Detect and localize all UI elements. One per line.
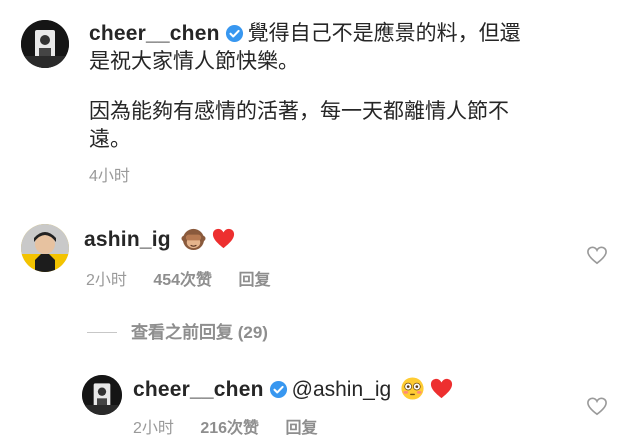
view-previous-replies-button[interactable]: 查看之前回复 (29) [87,318,268,343]
instagram-comments-view: cheer__chen 覺得自己不是應景的料，但還 是祝大家情人節快樂。 因為能… [0,0,640,435]
verified-badge-icon [269,380,287,399]
reply-meta-row: 2小时 216次赞 回复 [133,414,318,435]
reply-author-username[interactable]: cheer__chen [133,378,264,401]
avatar-image [21,224,69,272]
reply-reply-button[interactable]: 回复 [286,420,318,435]
comment-author-avatar[interactable] [21,224,69,272]
verified-badge-icon [225,24,243,43]
reply-like-count[interactable]: 216次赞 [200,420,259,435]
red-heart-icon [431,378,453,399]
reply-author-avatar[interactable] [82,375,122,415]
red-heart-icon [212,228,234,249]
view-replies-label: 查看之前回复 (29) [131,323,268,342]
avatar-image [82,375,122,415]
caption-line-3: 因為能夠有感情的活著，每一天都離情人節不 [89,100,509,123]
caption-first-line: cheer__chen 覺得自己不是應景的料，但還 [89,17,521,47]
replies-divider [87,332,117,333]
comment-first-line: ashin_ig [84,226,236,252]
comment-timestamp: 2小时 [86,272,127,289]
reply-timestamp: 2小时 [133,420,174,435]
avatar-image [21,20,69,68]
reply-mention-link[interactable]: @ashin_ig [292,378,392,401]
post-timestamp: 4小时 [89,168,130,185]
caption-line-2: 是祝大家情人節快樂。 [89,50,299,73]
caption-line-1: 覺得自己不是應景的料，但還 [247,22,521,45]
see-no-evil-monkey-icon [181,228,206,251]
flushed-face-icon [401,377,424,400]
comment-meta-row: 2小时 454次赞 回复 [86,266,271,290]
caption-line-4: 遠。 [89,128,131,151]
post-author-avatar[interactable] [21,20,69,68]
comment-author-username[interactable]: ashin_ig [84,228,171,251]
post-author-username[interactable]: cheer__chen [89,22,220,45]
comment-reply-button[interactable]: 回复 [239,272,271,289]
comment-like-heart-icon[interactable] [586,245,608,265]
comment-like-count[interactable]: 454次赞 [153,272,212,289]
reply-like-heart-icon[interactable] [586,396,608,416]
reply-first-line: cheer__chen @ashin_ig [133,376,454,402]
